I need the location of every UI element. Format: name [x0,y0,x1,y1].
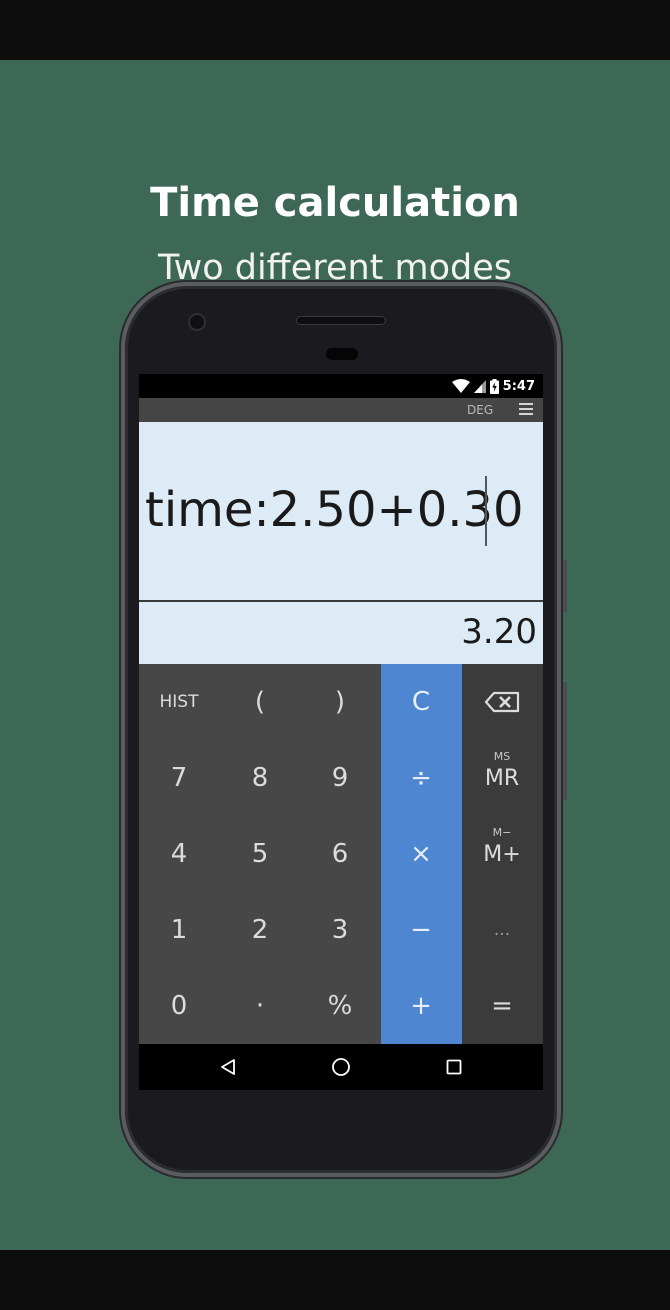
phone-volume-button [561,682,567,800]
navigation-bar [139,1044,543,1090]
bottom-letterbox [0,1250,670,1310]
memory-add-label: M+ [483,841,521,867]
phone-power-button [561,560,567,612]
memory-subtract-label: M− [492,826,512,839]
earpiece-speaker [296,316,386,325]
decimal-point-button[interactable]: · [220,968,300,1044]
app-bar: DEG [139,398,543,422]
recents-icon [446,1059,462,1075]
plus-button[interactable]: + [381,968,461,1044]
right-paren-button[interactable]: ) [300,664,380,740]
hist-button[interactable]: HIST [139,664,219,740]
digit-5-button[interactable]: 5 [220,816,300,892]
minus-button[interactable]: − [381,892,461,968]
clear-button[interactable]: C [381,664,461,740]
expression-display[interactable]: time:2.50+0.30 [139,422,543,600]
result-text: 3.20 [461,612,537,652]
home-icon [332,1058,350,1076]
recents-button[interactable] [441,1054,467,1080]
more-functions-button[interactable]: ... [462,892,542,968]
angle-mode-toggle[interactable]: DEG [467,403,493,417]
memory-recall-label: MR [484,765,520,791]
digit-9-button[interactable]: 9 [300,740,380,816]
digit-6-button[interactable]: 6 [300,816,380,892]
promo-title: Time calculation [150,180,520,226]
result-display: 3.20 [139,602,543,664]
backspace-icon [484,691,520,713]
top-letterbox [0,0,670,60]
keypad: HIST ( ) C 7 8 9 ÷ MS MR 4 5 6 × M− M+ 1… [139,664,543,1044]
status-icons: 5:47 [451,378,535,394]
battery-charging-icon [489,378,499,394]
digit-1-button[interactable]: 1 [139,892,219,968]
digit-2-button[interactable]: 2 [220,892,300,968]
phone-screen: 5:47 DEG time:2.50+0.30 3.20 HIST ( ) C … [139,374,543,1090]
digit-8-button[interactable]: 8 [220,740,300,816]
text-cursor [485,476,487,546]
divide-button[interactable]: ÷ [381,740,461,816]
memory-add-button[interactable]: M− M+ [462,816,542,892]
percent-button[interactable]: % [300,968,380,1044]
status-bar: 5:47 [139,374,543,398]
backspace-button[interactable] [462,664,542,740]
wifi-icon [451,379,470,393]
front-camera [188,313,206,331]
cell-signal-icon [473,379,486,393]
digit-7-button[interactable]: 7 [139,740,219,816]
home-button[interactable] [328,1054,354,1080]
memory-store-label: MS [493,750,511,763]
equals-button[interactable]: = [462,968,542,1044]
menu-icon[interactable] [519,403,533,417]
digit-4-button[interactable]: 4 [139,816,219,892]
digit-3-button[interactable]: 3 [300,892,380,968]
left-paren-button[interactable]: ( [220,664,300,740]
status-time: 5:47 [502,378,535,394]
back-icon [221,1059,235,1075]
memory-recall-button[interactable]: MS MR [462,740,542,816]
multiply-button[interactable]: × [381,816,461,892]
back-button[interactable] [215,1054,241,1080]
digit-0-button[interactable]: 0 [139,968,219,1044]
expression-text: time:2.50+0.30 [145,482,524,538]
proximity-sensor [326,348,358,360]
